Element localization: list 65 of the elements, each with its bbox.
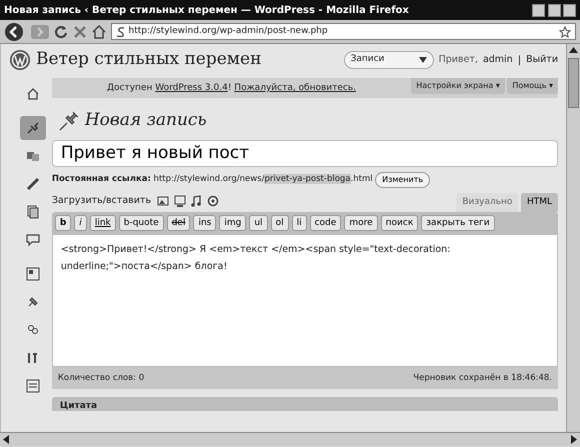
screen-options-tab[interactable]: Настройки экрана ▾	[411, 78, 505, 94]
image-icon[interactable]	[156, 194, 170, 208]
quicktag-button[interactable]: b	[54, 215, 72, 231]
page-title: Новая запись	[84, 109, 207, 132]
word-count: Количество слов: 0	[58, 372, 144, 384]
back-button[interactable]	[4, 22, 26, 42]
pushpin-icon	[58, 110, 80, 132]
star-icon[interactable]	[559, 26, 571, 38]
quicktag-button[interactable]: i	[74, 215, 87, 231]
quicktag-button[interactable]: img	[219, 215, 246, 231]
media-icon[interactable]	[206, 194, 220, 208]
pushpin-icon	[26, 121, 40, 135]
reload-icon[interactable]	[54, 24, 68, 38]
quicktag-button[interactable]: link	[90, 215, 116, 231]
title-field[interactable]: Привет я новый пост	[52, 140, 558, 166]
quicktag-button[interactable]: поиск	[380, 215, 418, 231]
quicktag-button[interactable]: ol	[270, 215, 289, 231]
music-icon[interactable]	[189, 194, 204, 208]
quicktag-button[interactable]: more	[344, 215, 378, 231]
pages-icon	[26, 205, 40, 219]
user-link[interactable]: admin	[482, 52, 513, 68]
upload-label: Загрузить/вставить	[52, 194, 152, 208]
close-button[interactable]	[563, 4, 576, 16]
logout-link[interactable]: Выйти	[526, 52, 558, 68]
minimize-button[interactable]	[532, 4, 545, 16]
vertical-scrollbar[interactable]	[566, 44, 580, 432]
favorites-dropdown[interactable]: Записи	[344, 51, 434, 69]
draft-saved-text: Черновик сохранён в 18:46:48.	[413, 372, 552, 384]
home-icon[interactable]	[92, 24, 106, 38]
maximize-button[interactable]	[548, 4, 560, 16]
permalink-text: Постоянная ссылка: http://stylewind.org/news/privet-ya-post-bloga.html	[52, 173, 373, 186]
quicktag-button[interactable]: li	[292, 215, 307, 231]
quicktag-button[interactable]: b-quote	[118, 215, 164, 231]
settings-icon	[26, 379, 40, 393]
quicktag-button[interactable]: закрыть теги	[421, 215, 495, 231]
greeting-text: Привет,	[438, 52, 478, 67]
html-tab[interactable]: HTML	[520, 192, 558, 212]
help-tab[interactable]: Помощь ▾	[507, 78, 558, 94]
squares-icon	[26, 149, 40, 163]
quicktag-button[interactable]: ins	[193, 215, 216, 231]
stop-icon[interactable]	[73, 24, 87, 38]
window-title: Новая запись ‹ Ветер стильных перемен — WordPress - Mozilla Firefox	[4, 4, 410, 18]
notice-text: Доступен WordPress 3.0.4! Пожалуйста, обновитесь.	[106, 82, 358, 95]
caret-icon	[418, 57, 427, 63]
content-textarea[interactable]: <strong>Привет!</strong> Я <em>текст </em><span style="text-decoration: underline;">поста</span> блога!	[52, 234, 558, 367]
window-icon	[26, 267, 40, 281]
site-title[interactable]: Ветер стильных перемен	[36, 47, 339, 73]
scrollbar-thumb[interactable]	[568, 58, 579, 108]
update-now-link[interactable]: Пожалуйста, обновитесь.	[234, 83, 356, 93]
quicktag-button[interactable]: del	[166, 215, 190, 231]
quicktag-button[interactable]: ul	[249, 215, 268, 231]
house-icon	[26, 87, 40, 101]
users-icon	[26, 323, 40, 337]
menu-button[interactable]	[20, 116, 46, 140]
video-icon[interactable]	[172, 194, 187, 208]
visual-tab[interactable]: Визуально	[456, 192, 518, 212]
update-link[interactable]: WordPress 3.0.4	[155, 83, 228, 93]
speech-bubble-icon	[26, 233, 40, 247]
edit-button[interactable]: Изменить	[375, 172, 430, 188]
horizontal-scrollbar[interactable]	[0, 432, 580, 446]
separator-text: |	[518, 54, 522, 68]
quote-box-header[interactable]: Цитата	[52, 397, 558, 411]
quicktag-button[interactable]: code	[310, 215, 342, 231]
logo-icon[interactable]	[9, 49, 31, 71]
site-icon	[116, 26, 126, 38]
